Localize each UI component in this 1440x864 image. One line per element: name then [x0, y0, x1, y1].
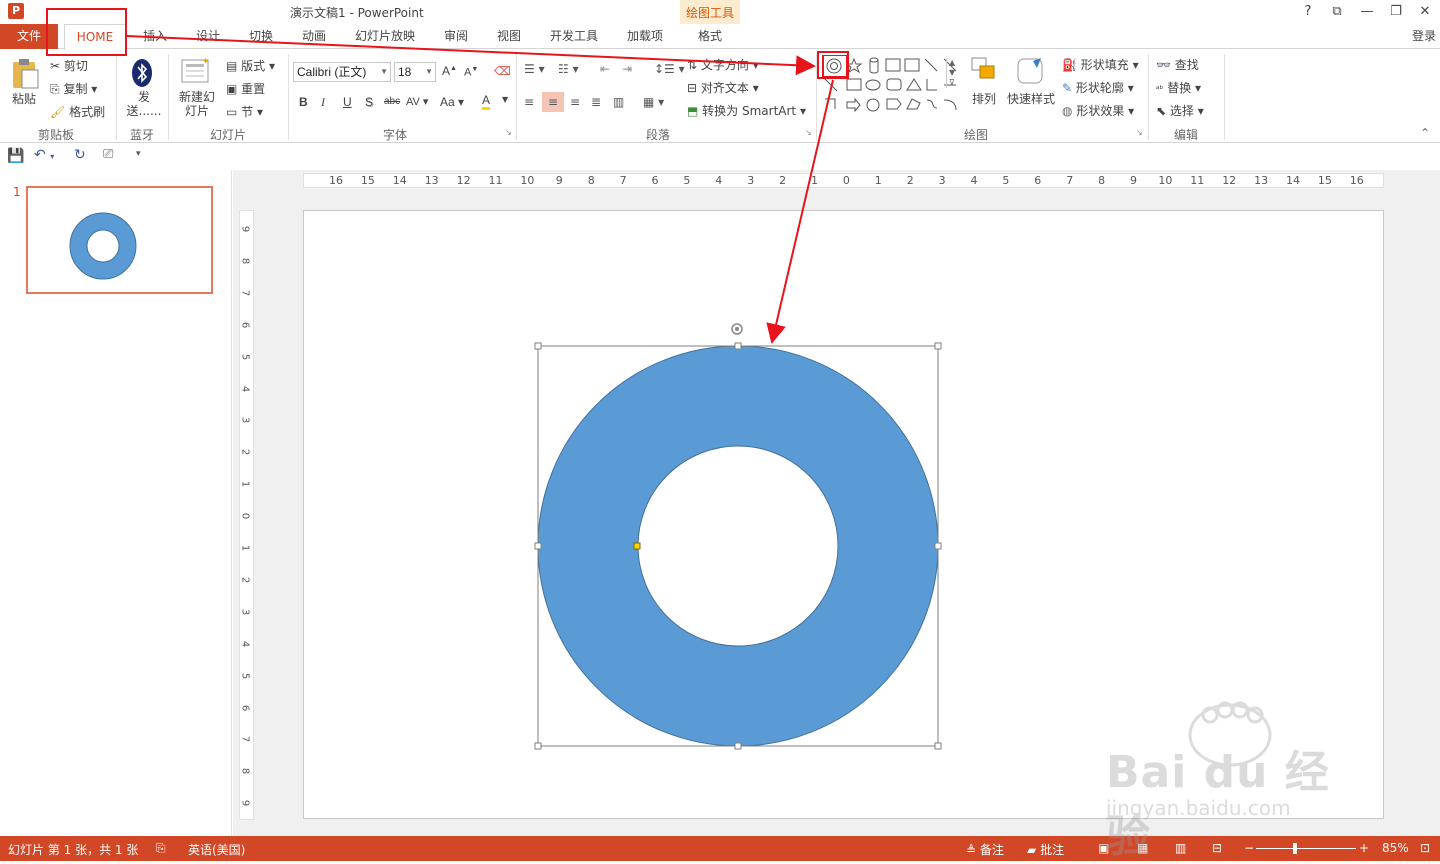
notes-icon: ≜ — [966, 843, 977, 857]
rotate-handle-icon[interactable] — [731, 323, 743, 335]
fit-to-window-icon[interactable]: ⊡ — [1420, 841, 1430, 855]
watermark-url: jingyan.baidu.com — [1106, 796, 1291, 820]
slide-count-status: 幻灯片 第 1 张，共 1 张 — [8, 843, 139, 857]
baidu-watermark: Bai du 经验 jingyan.baidu.com — [1100, 700, 1370, 862]
notes-button[interactable]: ≜ 备注 — [966, 841, 1004, 858]
zoom-level[interactable]: 85% — [1382, 841, 1409, 855]
notes-label: 备注 — [979, 843, 1004, 857]
spell-check-icon[interactable]: ⎘ — [156, 841, 166, 856]
comment-icon: ▰ — [1027, 843, 1037, 857]
language-status[interactable]: 英语(美国) — [188, 841, 245, 858]
comments-label: 批注 — [1040, 843, 1065, 857]
adjustment-handle[interactable] — [633, 542, 641, 550]
comments-button[interactable]: ▰ 批注 — [1027, 841, 1064, 858]
donut-hole — [637, 445, 839, 647]
